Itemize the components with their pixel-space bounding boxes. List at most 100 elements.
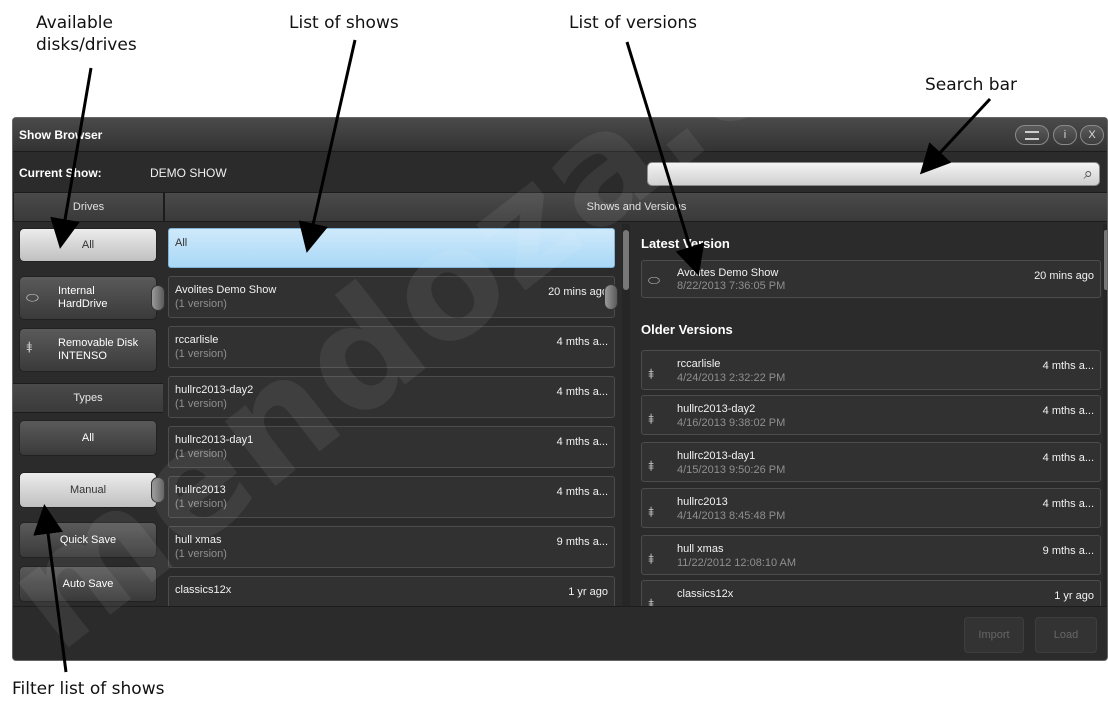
version-date: 4/14/2013 8:45:48 PM [677, 510, 786, 522]
usb-icon: ⯒ [648, 551, 655, 567]
load-button[interactable]: Load [1035, 617, 1097, 653]
type-all-button[interactable]: All [19, 420, 157, 456]
show-version-count: (1 version) [175, 498, 227, 510]
show-version-count: (1 version) [175, 448, 227, 460]
version-row[interactable]: ⯒ hullrc2013-day2 4/16/2013 9:38:02 PM 4… [641, 395, 1101, 435]
show-row[interactable]: rccarlisle (1 version) 4 mths a... [168, 326, 615, 368]
show-version-count: (1 version) [175, 548, 227, 560]
usb-icon: ⯒ [648, 411, 655, 427]
version-date: 8/22/2013 7:36:05 PM [677, 280, 786, 292]
versions-scrollbar[interactable] [1103, 224, 1107, 606]
versions-list: Latest Version ⬭ Avolites Demo Show 8/22… [635, 224, 1107, 606]
current-show-bar: Current Show: DEMO SHOW ⌕ [13, 153, 1107, 191]
show-age: 1 yr ago [568, 586, 608, 598]
show-version-count: (1 version) [175, 348, 227, 360]
usb-icon: ⯒ [648, 458, 655, 474]
show-age: 4 mths a... [556, 486, 608, 498]
version-row[interactable]: ⬭ Avolites Demo Show 8/22/2013 7:36:05 P… [641, 260, 1101, 298]
show-version-count: (1 version) [175, 298, 227, 310]
version-age: 4 mths a... [1042, 405, 1094, 417]
latest-version-heading: Latest Version [641, 236, 730, 251]
version-name: Avolites Demo Show [677, 267, 779, 279]
version-row[interactable]: ⯒ classics12x 1 yr ago [641, 580, 1101, 606]
callout-drives: Available disks/drives [36, 13, 137, 55]
shows-versions-header: Shows and Versions [164, 192, 1107, 222]
show-name: classics12x [175, 584, 232, 596]
close-button[interactable]: X [1080, 125, 1104, 145]
versions-scroll-thumb[interactable] [1104, 230, 1107, 290]
callout-search: Search bar [925, 75, 1018, 95]
selected-knob [151, 477, 165, 503]
show-age: 4 mths a... [556, 336, 608, 348]
version-name: hullrc2013-day1 [677, 450, 756, 462]
show-row[interactable]: hullrc2013-day1 (1 version) 4 mths a... [168, 426, 615, 468]
show-name: hullrc2013-day2 [175, 384, 254, 396]
show-row[interactable]: Avolites Demo Show (1 version) 20 mins a… [168, 276, 618, 318]
version-age: 4 mths a... [1042, 360, 1094, 372]
callout-shows: List of shows [289, 13, 399, 33]
search-icon[interactable]: ⌕ [1083, 164, 1093, 184]
selected-knob [151, 285, 165, 311]
show-age: 20 mins ago [548, 286, 608, 298]
show-row[interactable]: hullrc2013-day2 (1 version) 4 mths a... [168, 376, 615, 418]
types-header: Types [13, 383, 163, 413]
drive-internal-harddrive-button[interactable]: ⬭ Internal HardDrive [19, 276, 165, 320]
list-view-button[interactable] [1015, 125, 1049, 145]
version-name: rccarlisle [677, 358, 721, 370]
show-row[interactable]: classics12x 1 yr ago [168, 576, 615, 606]
version-age: 4 mths a... [1042, 498, 1094, 510]
usb-icon: ⯒ [648, 504, 655, 520]
show-version-count: (1 version) [175, 398, 227, 410]
current-show-label: Current Show: [19, 166, 102, 180]
version-row[interactable]: ⯒ hull xmas 11/22/2012 12:08:10 AM 9 mth… [641, 535, 1101, 575]
version-date: 4/16/2013 9:38:02 PM [677, 417, 786, 429]
type-auto-save-button[interactable]: Auto Save [19, 566, 157, 602]
version-name: hullrc2013-day2 [677, 403, 756, 415]
harddrive-icon: ⬭ [648, 272, 660, 288]
show-age: 4 mths a... [556, 386, 608, 398]
info-button[interactable]: i [1053, 125, 1077, 145]
info-icon: i [1063, 129, 1067, 141]
shows-scrollbar[interactable] [622, 224, 630, 606]
close-icon: X [1088, 129, 1096, 141]
older-versions-heading: Older Versions [641, 322, 733, 337]
type-manual-button[interactable]: Manual [19, 472, 165, 508]
drive-all-button[interactable]: All [19, 228, 157, 262]
shows-all-item[interactable]: All [168, 228, 615, 268]
drive-removable-disk-button[interactable]: ⯒ Removable Disk INTENSO [19, 328, 157, 372]
drive-label: Internal HardDrive [58, 285, 108, 310]
show-name: hullrc2013-day1 [175, 434, 254, 446]
usb-icon: ⯒ [26, 339, 33, 357]
show-row[interactable]: hullrc2013 (1 version) 4 mths a... [168, 476, 615, 518]
type-label: Manual [69, 484, 107, 496]
current-show-value: DEMO SHOW [150, 166, 227, 180]
drive-label: Removable Disk INTENSO [58, 337, 139, 362]
drives-header: Drives [13, 192, 164, 222]
show-name: rccarlisle [175, 334, 219, 346]
usb-icon: ⯒ [648, 596, 655, 606]
show-row[interactable]: hull xmas (1 version) 9 mths a... [168, 526, 615, 568]
usb-icon: ⯒ [648, 366, 655, 382]
type-quick-save-button[interactable]: Quick Save [19, 522, 157, 558]
harddrive-icon: ⬭ [26, 289, 39, 307]
version-row[interactable]: ⯒ rccarlisle 4/24/2013 2:32:22 PM 4 mths… [641, 350, 1101, 390]
show-age: 9 mths a... [556, 536, 608, 548]
footer-bar: Import Load [13, 606, 1107, 660]
version-row[interactable]: ⯒ hullrc2013-day1 4/15/2013 9:50:26 PM 4… [641, 442, 1101, 482]
version-date: 11/22/2012 12:08:10 AM [677, 557, 797, 569]
import-button[interactable]: Import [964, 617, 1024, 653]
version-date: 4/15/2013 9:50:26 PM [677, 464, 786, 476]
version-name: classics12x [677, 588, 734, 600]
window-title: Show Browser [19, 128, 103, 142]
callout-filter: Filter list of shows [12, 679, 165, 699]
version-row[interactable]: ⯒ hullrc2013 4/14/2013 8:45:48 PM 4 mths… [641, 488, 1101, 528]
search-input[interactable]: ⌕ [647, 162, 1100, 186]
shows-list: All Avolites Demo Show (1 version) 20 mi… [164, 224, 632, 606]
shows-scroll-thumb[interactable] [623, 230, 629, 290]
show-age: 4 mths a... [556, 436, 608, 448]
version-age: 20 mins ago [1034, 270, 1094, 282]
shows-all-label: All [175, 237, 188, 249]
title-bar: Show Browser i X [13, 118, 1107, 152]
show-name: hullrc2013 [175, 484, 226, 496]
version-date: 4/24/2013 2:32:22 PM [677, 372, 786, 384]
